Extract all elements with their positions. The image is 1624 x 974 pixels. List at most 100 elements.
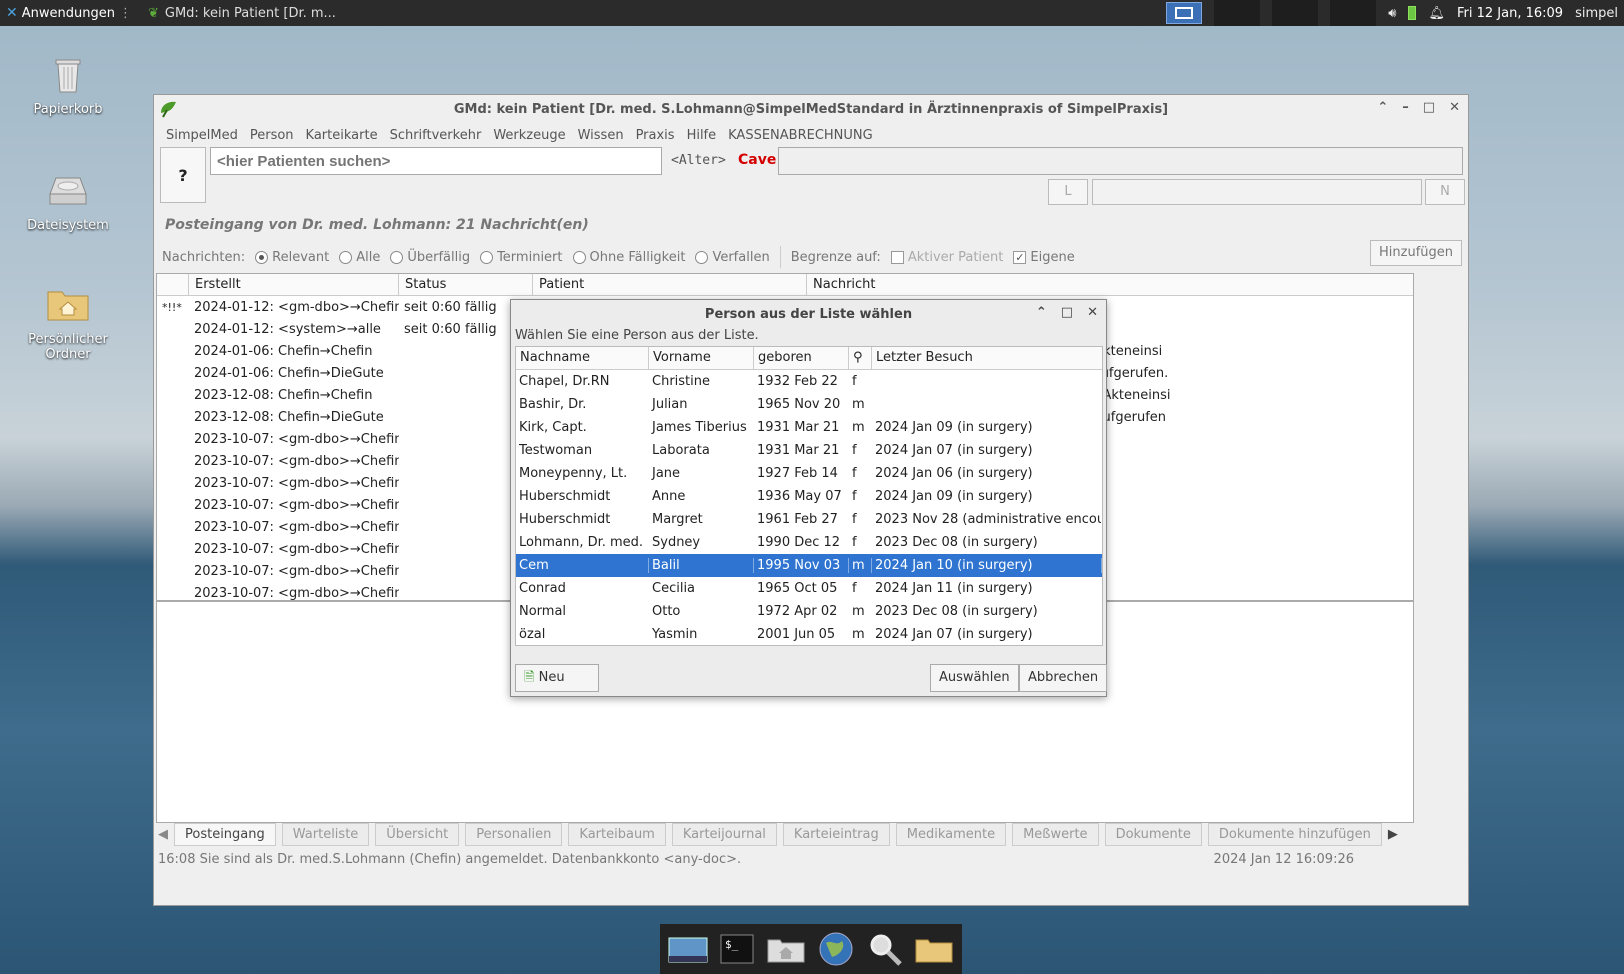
notification-bell-icon[interactable]: 🔔︎	[1428, 6, 1445, 21]
patient-search-input[interactable]	[210, 147, 662, 175]
row-created: 2024-01-06: Chefin→Chefin	[194, 343, 373, 359]
list-item[interactable]: Normal Otto 1972 Apr 02 m 2023 Dec 08 (in su…	[516, 600, 1102, 623]
window-titlebar[interactable]: GMd: kein Patient [Dr. med. S.Lohmann@Si…	[154, 95, 1468, 123]
list-item[interactable]: Huberschmidt Margret 1961 Feb 27 f 2023 Nov …	[516, 508, 1102, 531]
filter-overdue-radio[interactable]: Überfällig	[390, 250, 470, 265]
minimize-icon[interactable]: –	[1402, 100, 1409, 115]
tab-posteingang[interactable]: Posteingang	[174, 822, 276, 846]
tab-uebersicht[interactable]: Übersicht	[375, 822, 460, 846]
gnumed-icon: ❦	[147, 5, 159, 21]
dock-browser[interactable]	[814, 929, 857, 969]
menu-karteikarte[interactable]: Karteikarte	[300, 128, 384, 143]
menu-simpelmed[interactable]: SimpelMed	[160, 128, 244, 143]
dialog-close-icon[interactable]: ✕	[1087, 305, 1098, 320]
add-message-button[interactable]: Hinzufügen	[1370, 240, 1462, 266]
desktop-filesystem[interactable]: Dateisystem	[13, 168, 123, 233]
menu-hilfe[interactable]: Hilfe	[681, 128, 723, 143]
tab-scroll-right-icon[interactable]: ▶	[1388, 827, 1398, 842]
col-message[interactable]: Nachricht	[807, 274, 1413, 295]
list-item[interactable]: Bashir, Dr. Julian 1965 Nov 20 m	[516, 393, 1102, 416]
dock-home[interactable]	[765, 929, 808, 969]
active-patient-checkbox[interactable]: Aktiver Patient	[890, 250, 1003, 265]
volume-icon[interactable]: 🔊︎	[1388, 6, 1396, 21]
dialog-shade-icon[interactable]: ⌃	[1036, 305, 1047, 320]
own-checkbox[interactable]: ✓ Eigene	[1013, 250, 1075, 265]
list-item[interactable]: Testwoman Laborata 1931 Mar 21 f 2024 Jan 07…	[516, 439, 1102, 462]
menu-praxis[interactable]: Praxis	[630, 128, 681, 143]
col-patient[interactable]: Patient	[533, 274, 807, 295]
person-last-visit: 2023 Nov 28 (administrative encou	[875, 512, 1102, 527]
navigation-field[interactable]	[1092, 179, 1422, 205]
dock-desktop[interactable]	[666, 929, 709, 969]
cancel-button[interactable]: Abbrechen	[1019, 664, 1108, 692]
l-button[interactable]: L	[1048, 179, 1088, 205]
list-item[interactable]: Cem Balil 1995 Nov 03 m 2024 Jan 10 (in surg…	[516, 554, 1102, 577]
filter-expired-radio[interactable]: Verfallen	[695, 250, 770, 265]
workspace-2[interactable]	[1214, 0, 1261, 26]
person-gender: f	[852, 512, 857, 527]
col-gender[interactable]: ⚲	[849, 347, 872, 369]
filter-relevant-radio[interactable]: Relevant	[255, 250, 329, 265]
filter-all-radio[interactable]: Alle	[339, 250, 380, 265]
applications-menu[interactable]: ✕ Anwendungen ⋮	[0, 5, 138, 21]
dock-search[interactable]	[863, 929, 906, 969]
col-letzter-besuch[interactable]: Letzter Besuch	[872, 347, 1102, 369]
menu-kassenabrechnung[interactable]: KASSENABRECHNUNG	[722, 128, 879, 143]
maximize-icon[interactable]: □	[1423, 100, 1435, 115]
filter-scheduled-radio[interactable]: Terminiert	[480, 250, 563, 265]
list-item[interactable]: Lohmann, Dr. med. Sydney 1990 Dec 12 f 2023 …	[516, 531, 1102, 554]
select-button[interactable]: Auswählen	[930, 664, 1019, 692]
list-item[interactable]: özal Yasmin 2001 Jun 05 m 2024 Jan 07 (in su…	[516, 623, 1102, 645]
workspace-4[interactable]	[1330, 0, 1377, 26]
list-item[interactable]: Moneypenny, Lt. Jane 1927 Feb 14 f 2024 Jan …	[516, 462, 1102, 485]
dialog-maximize-icon[interactable]: □	[1061, 305, 1073, 320]
person-last-visit: 2023 Dec 08 (in surgery)	[875, 604, 1038, 619]
desktop-home-folder[interactable]: Persönlicher Ordner	[13, 282, 123, 362]
close-icon[interactable]: ✕	[1449, 100, 1460, 115]
tab-medikamente[interactable]: Medikamente	[895, 822, 1007, 846]
user-label[interactable]: simpel	[1575, 6, 1618, 21]
dialog-titlebar[interactable]: Person aus der Liste wählen ⌃ □ ✕	[511, 300, 1106, 328]
col-nachname[interactable]: Nachname	[516, 347, 649, 369]
new-person-button[interactable]: 🗎︎ Neu	[515, 664, 599, 692]
dock-files[interactable]	[913, 929, 956, 969]
person-last-visit: 2024 Jan 11 (in surgery)	[875, 581, 1033, 596]
col-flag[interactable]	[157, 274, 189, 295]
workspace-3[interactable]	[1272, 0, 1319, 26]
menu-schriftverkehr[interactable]: Schriftverkehr	[384, 128, 488, 143]
col-created[interactable]: Erstellt	[189, 274, 399, 295]
help-button[interactable]: ?	[160, 147, 206, 203]
list-item[interactable]: Huberschmidt Anne 1936 May 07 f 2024 Jan 09 …	[516, 485, 1102, 508]
dock-terminal[interactable]: $_	[715, 929, 758, 969]
tab-karteijournal[interactable]: Karteijournal	[671, 822, 777, 846]
menu-werkzeuge[interactable]: Werkzeuge	[487, 128, 571, 143]
col-vorname[interactable]: Vorname	[649, 347, 754, 369]
home-folder-icon	[767, 939, 805, 963]
shade-icon[interactable]: ⌃	[1377, 100, 1388, 115]
taskbar-gmd[interactable]: ❦ GMd: kein Patient [Dr. m...	[138, 6, 346, 21]
tab-dokumente[interactable]: Dokumente	[1104, 822, 1202, 846]
tab-karteieintrag[interactable]: Karteieintrag	[782, 822, 890, 846]
col-geboren[interactable]: geboren	[754, 347, 849, 369]
menu-wissen[interactable]: Wissen	[572, 128, 630, 143]
person-firstname: Margret	[652, 512, 703, 527]
battery-icon[interactable]	[1408, 6, 1417, 20]
filter-no-due-radio[interactable]: Ohne Fälligkeit	[572, 250, 685, 265]
person-dob: 1936 May 07	[757, 489, 842, 504]
menu-person[interactable]: Person	[244, 128, 300, 143]
tab-karteibaum[interactable]: Karteibaum	[568, 822, 666, 846]
workspace-1[interactable]	[1166, 2, 1203, 24]
clock[interactable]: Fri 12 Jan, 16:09	[1457, 6, 1563, 21]
tab-dokumente-hinzufuegen[interactable]: Dokumente hinzufügen	[1207, 822, 1382, 846]
tab-personalien[interactable]: Personalien	[465, 822, 563, 846]
n-button[interactable]: N	[1425, 179, 1465, 205]
tab-warteliste[interactable]: Warteliste	[281, 822, 370, 846]
tab-scroll-left-icon[interactable]: ◀	[158, 827, 168, 842]
tab-messwerte[interactable]: Meßwerte	[1012, 822, 1099, 846]
list-item[interactable]: Kirk, Capt. James Tiberius 1931 Mar 21 m 202…	[516, 416, 1102, 439]
cave-field[interactable]	[778, 147, 1463, 175]
list-item[interactable]: Conrad Cecilia 1965 Oct 05 f 2024 Jan 11 (in…	[516, 577, 1102, 600]
desktop-trash[interactable]: Papierkorb	[13, 52, 123, 117]
col-status[interactable]: Status	[399, 274, 533, 295]
list-item[interactable]: Chapel, Dr.RN Christine 1932 Feb 22 f	[516, 370, 1102, 393]
